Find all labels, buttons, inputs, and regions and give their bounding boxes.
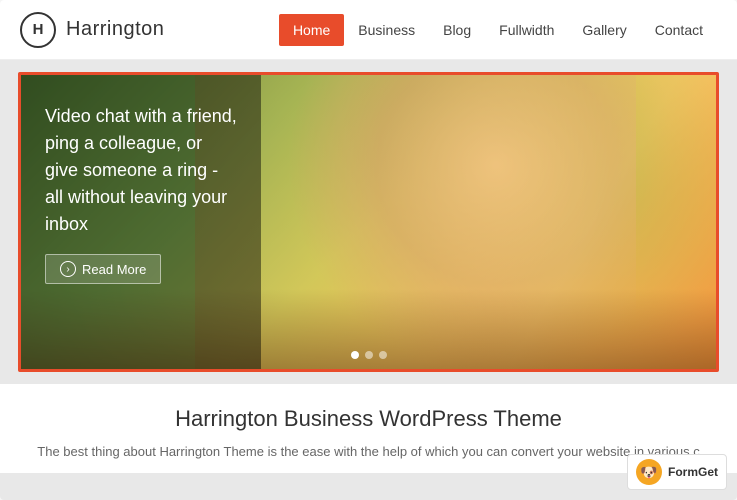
main-nav: Home Business Blog Fullwidth Gallery Con…	[279, 14, 717, 46]
hero-nav-dots	[351, 351, 387, 359]
formget-icon: 🐶	[636, 459, 662, 485]
hero-dot-2[interactable]	[365, 351, 373, 359]
nav-link-fullwidth[interactable]: Fullwidth	[485, 14, 568, 46]
hero-content: Video chat with a friend, ping a colleag…	[21, 75, 261, 369]
formget-badge[interactable]: 🐶 FormGet	[627, 454, 727, 490]
hero-dot-1[interactable]	[351, 351, 359, 359]
nav-link-home[interactable]: Home	[279, 14, 344, 46]
formget-emoji: 🐶	[640, 464, 657, 481]
logo-container: H Harrington	[20, 12, 279, 48]
logo-circle: H	[20, 12, 56, 48]
nav-menu: Home Business Blog Fullwidth Gallery Con…	[279, 14, 717, 46]
hero-dot-3[interactable]	[379, 351, 387, 359]
read-more-label: Read More	[82, 262, 146, 277]
nav-link-contact[interactable]: Contact	[641, 14, 717, 46]
formget-label: FormGet	[668, 465, 718, 479]
browser-frame: H Harrington Home Business Blog Fullwidt…	[0, 0, 737, 500]
nav-item-gallery[interactable]: Gallery	[568, 14, 640, 46]
section-title: Harrington Business WordPress Theme	[30, 406, 707, 432]
nav-link-gallery[interactable]: Gallery	[568, 14, 640, 46]
nav-item-blog[interactable]: Blog	[429, 14, 485, 46]
nav-item-business[interactable]: Business	[344, 14, 429, 46]
hero-section: Video chat with a friend, ping a colleag…	[18, 72, 719, 372]
read-more-arrow-icon: ›	[60, 261, 76, 277]
nav-item-contact[interactable]: Contact	[641, 14, 717, 46]
nav-link-business[interactable]: Business	[344, 14, 429, 46]
site-header: H Harrington Home Business Blog Fullwidt…	[0, 0, 737, 60]
read-more-button[interactable]: › Read More	[45, 254, 161, 284]
hero-title: Video chat with a friend, ping a colleag…	[45, 103, 237, 238]
nav-item-fullwidth[interactable]: Fullwidth	[485, 14, 568, 46]
section-description: The best thing about Harrington Theme is…	[30, 442, 707, 463]
nav-item-home[interactable]: Home	[279, 14, 344, 46]
site-name: Harrington	[66, 18, 164, 41]
nav-link-blog[interactable]: Blog	[429, 14, 485, 46]
logo-letter: H	[33, 21, 44, 38]
